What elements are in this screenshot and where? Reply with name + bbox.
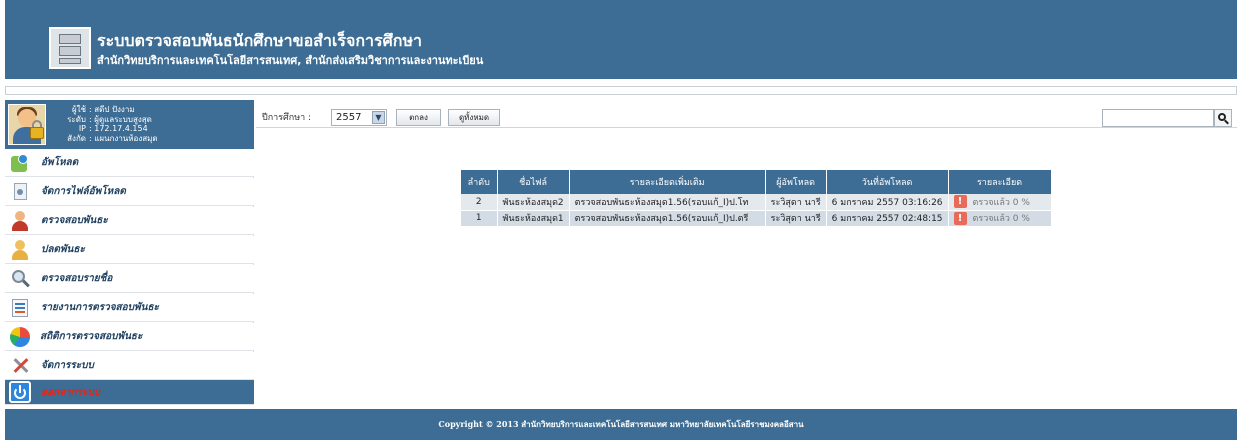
table-row[interactable]: 2 พันธะห้องสมุด2 ตรวจสอบพันธะห้องสมุด1.5… (461, 194, 1052, 211)
view-all-button[interactable]: ดูทั้งหมด (448, 109, 500, 126)
cell-file: พันธะห้องสมุด1 (497, 210, 570, 227)
check-status[interactable]: ตรวจแล้ว 0 % (973, 198, 1030, 208)
cell-uploader: ระวิสุดา นารี (765, 194, 827, 211)
sidebar-item-manage-files[interactable]: จัดการไฟล์อัพโหลด (5, 178, 254, 206)
user-release-icon (9, 239, 31, 261)
alert-icon[interactable]: ! (953, 211, 967, 225)
year-select-value: 2557 (336, 112, 362, 123)
file-icon (9, 181, 31, 203)
cell-no: 1 (461, 210, 498, 227)
user-dept-value: แผนกงานห้องสมุด (94, 133, 158, 143)
sidebar-item-report[interactable]: รายงานการตรวจสอบพันธะ (5, 294, 254, 322)
upload-icon (9, 151, 31, 174)
search-input[interactable] (1102, 109, 1214, 127)
col-header-desc: รายละเอียดเพิ่มเติม (569, 170, 766, 194)
footer-copyright: Copyright © 2013 สำนักวิทยบริการและเทคโน… (5, 409, 1237, 440)
cell-no: 2 (461, 194, 498, 211)
top-divider-bar (5, 86, 1237, 95)
sidebar-item-release-obligation[interactable]: ปลดพันธะ (5, 236, 254, 264)
table-row[interactable]: 1 พันธะห้องสมุด1 ตรวจสอบพันธะห้องสมุด1.5… (461, 210, 1052, 227)
year-select[interactable]: 2557 ▼ (331, 109, 387, 126)
col-header-file: ชื่อไฟล์ (497, 170, 570, 194)
user-name-value: สดีป ปังงาม (94, 105, 135, 114)
col-header-detail: รายละเอียด (948, 170, 1052, 194)
cell-uploader: ระวิสุดา นารี (765, 210, 827, 227)
cell-desc: ตรวจสอบพันธะห้องสมุด1.56(รอบแก้_I)ป.โท (569, 194, 766, 211)
sidebar-item-logout[interactable]: ออกจากระบบ (5, 380, 254, 405)
user-name-label: ผู้ใช้ (71, 105, 86, 114)
pie-chart-icon (10, 326, 30, 347)
search-icon (9, 268, 31, 290)
cell-date: 6 มกราคม 2557 02:48:15 (826, 210, 949, 227)
sidebar-item-label: จัดการระบบ (41, 360, 94, 371)
sidebar-item-statistics[interactable]: สถิติการตรวจสอบพันธะ (5, 323, 254, 351)
sidebar-item-label: ปลดพันธะ (41, 244, 85, 255)
cell-detail: ! ตรวจแล้ว 0 % (948, 210, 1052, 227)
search-button[interactable] (1214, 109, 1232, 127)
col-header-date: วันที่อัพโหลด (826, 170, 949, 194)
upload-table: ลำดับ ชื่อไฟล์ รายละเอียดเพิ่มเติม ผู้อั… (461, 170, 1052, 227)
user-lock-avatar-icon (8, 104, 46, 145)
report-icon (9, 297, 31, 319)
app-subtitle: สำนักวิทยบริการและเทคโนโลยีสารสนเทศ, สำน… (97, 54, 484, 67)
sidebar-item-check-obligation[interactable]: ตรวจสอบพันธะ (5, 207, 254, 235)
user-level-label: ระดับ (67, 114, 86, 124)
sidebar-item-label: ตรวจสอบรายชื่อ (41, 273, 113, 284)
sidebar-item-check-names[interactable]: ตรวจสอบรายชื่อ (5, 265, 254, 293)
user-level-value: ผู้ดูแลระบบสูงสุด (94, 114, 152, 124)
sidebar-item-upload[interactable]: อัพโหลด (5, 149, 254, 177)
power-icon (9, 381, 31, 403)
main-content: ปีการศึกษา : 2557 ▼ ตกลง ดูทั้งหมด ลำดับ… (256, 100, 1237, 405)
col-header-no: ลำดับ (461, 170, 498, 194)
cell-detail: ! ตรวจแล้ว 0 % (948, 194, 1052, 211)
user-panel: ผู้ใช้: สดีป ปังงาม ระดับ: ผู้ดูแลระบบสู… (5, 100, 254, 149)
filter-bar: ปีการศึกษา : 2557 ▼ ตกลง ดูทั้งหมด (256, 106, 1237, 128)
sidebar-item-label: อัพโหลด (41, 157, 79, 168)
sidebar-item-label: ตรวจสอบพันธะ (41, 215, 108, 226)
sidebar-item-system-admin[interactable]: จัดการระบบ (5, 352, 254, 380)
cell-file: พันธะห้องสมุด2 (497, 194, 570, 211)
sidebar-item-label: ออกจากระบบ (41, 386, 101, 398)
file-cabinet-icon (49, 27, 91, 69)
sidebar-item-label: รายงานการตรวจสอบพันธะ (41, 302, 159, 313)
user-info: ผู้ใช้: สดีป ปังงาม ระดับ: ผู้ดูแลระบบสู… (51, 105, 158, 143)
user-check-icon (9, 210, 31, 232)
table-header-row: ลำดับ ชื่อไฟล์ รายละเอียดเพิ่มเติม ผู้อั… (461, 170, 1052, 194)
sidebar-item-label: จัดการไฟล์อัพโหลด (41, 186, 126, 197)
user-ip-label: IP (78, 124, 86, 133)
sidebar: ผู้ใช้: สดีป ปังงาม ระดับ: ผู้ดูแลระบบสู… (5, 100, 254, 405)
year-label: ปีการศึกษา : (262, 113, 312, 123)
user-dept-label: สังกัด (67, 133, 86, 143)
alert-icon[interactable]: ! (953, 195, 967, 209)
tools-icon (9, 355, 31, 377)
sidebar-item-label: สถิติการตรวจสอบพันธะ (40, 331, 143, 342)
col-header-uploader: ผู้อัพโหลด (765, 170, 827, 194)
cell-date: 6 มกราคม 2557 03:16:26 (826, 194, 949, 211)
header-banner: ระบบตรวจสอบพันธนักศึกษาขอสำเร็จการศึกษา … (5, 0, 1237, 79)
check-status[interactable]: ตรวจแล้ว 0 % (973, 214, 1030, 224)
ok-button[interactable]: ตกลง (396, 109, 441, 126)
chevron-down-icon[interactable]: ▼ (372, 111, 385, 124)
user-ip-value: 172.17.4.154 (94, 124, 148, 133)
cell-desc: ตรวจสอบพันธะห้องสมุด1.56(รอบแก้_I)ป.ตรี (569, 210, 766, 227)
